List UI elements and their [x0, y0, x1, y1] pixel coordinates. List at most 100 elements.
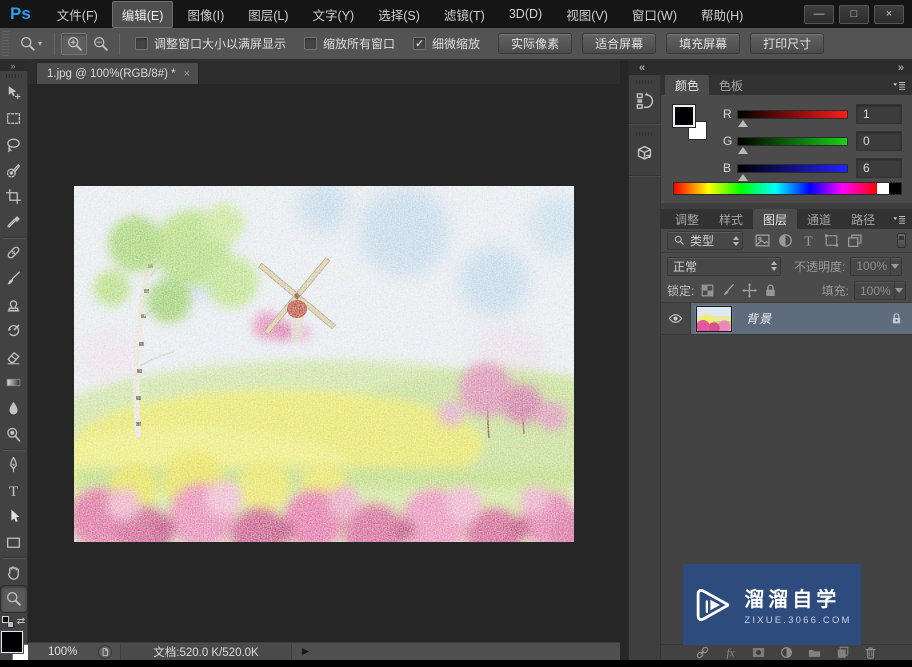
- minimize-button[interactable]: —: [804, 5, 834, 24]
- option-button-填充屏幕[interactable]: 填充屏幕: [666, 33, 740, 54]
- document-size-info[interactable]: 文档:520.0 K/520.0K: [120, 644, 292, 660]
- brush-tool[interactable]: [1, 266, 27, 292]
- rectangular-marquee-tool[interactable]: [1, 106, 27, 132]
- maximize-button[interactable]: □: [839, 5, 869, 24]
- menu-文件[interactable]: 文件(F): [47, 1, 108, 28]
- delete-layer-button[interactable]: [863, 645, 878, 660]
- status-options-arrow-icon[interactable]: ▶: [302, 646, 309, 657]
- slider-thumb-G[interactable]: [738, 147, 748, 154]
- default-colors-icon[interactable]: [2, 616, 14, 628]
- menu-视图[interactable]: 视图(V): [556, 1, 618, 28]
- white-swatch[interactable]: [877, 183, 889, 194]
- lock-transparency-button[interactable]: [699, 282, 716, 299]
- options-grip[interactable]: [2, 31, 9, 57]
- layer-filter-type-select[interactable]: 类型: [667, 231, 743, 250]
- tab-颜色[interactable]: 颜色: [665, 75, 709, 95]
- 调整窗口大小以满屏显示-checkbox[interactable]: [135, 37, 148, 50]
- tab-通道[interactable]: 通道: [797, 209, 841, 229]
- menu-3D[interactable]: 3D(D): [499, 3, 552, 25]
- tab-图层[interactable]: 图层: [753, 209, 797, 229]
- menu-滤镜[interactable]: 滤镜(T): [434, 1, 495, 28]
- layer-row-background[interactable]: 背景: [661, 303, 912, 335]
- menu-图像[interactable]: 图像(I): [177, 1, 234, 28]
- clone-stamp-tool[interactable]: [1, 292, 27, 318]
- value-field-G[interactable]: 0: [856, 131, 902, 151]
- layer-mask-button[interactable]: [751, 645, 766, 660]
- new-layer-button[interactable]: [835, 645, 850, 660]
- history-panel-button[interactable]: [632, 87, 658, 113]
- menu-窗口[interactable]: 窗口(W): [622, 1, 687, 28]
- slider-G[interactable]: [737, 137, 848, 146]
- blur-tool[interactable]: [1, 396, 27, 422]
- current-tool-button[interactable]: ▾: [13, 35, 48, 52]
- option-button-适合屏幕[interactable]: 适合屏幕: [582, 33, 656, 54]
- layer-visibility-toggle[interactable]: [661, 303, 691, 334]
- slider-track-B[interactable]: [737, 164, 848, 173]
- panel-grip[interactable]: [636, 132, 654, 136]
- slider-track-R[interactable]: [737, 110, 848, 119]
- collapse-dock-icon[interactable]: »: [898, 62, 904, 74]
- canvas-area[interactable]: [28, 84, 620, 642]
- zoom-in-button[interactable]: [61, 33, 87, 55]
- eraser-tool[interactable]: [1, 344, 27, 370]
- canvas-image[interactable]: [74, 186, 574, 542]
- checkbox-细微缩放[interactable]: ✓细微缩放: [413, 35, 480, 52]
- zoom-level-field[interactable]: 100%: [48, 646, 88, 658]
- slider-thumb-B[interactable]: [738, 174, 748, 181]
- value-field-B[interactable]: 6: [856, 158, 902, 178]
- path-selection-tool[interactable]: [1, 504, 27, 530]
- opacity-select[interactable]: 100%: [850, 257, 902, 276]
- crop-tool[interactable]: [1, 184, 27, 210]
- color-spectrum-ramp[interactable]: [673, 182, 902, 195]
- toolbox-collapse-button[interactable]: »: [0, 60, 28, 71]
- pixel-layer-filter-button[interactable]: [753, 232, 772, 250]
- panel-menu-icon[interactable]: [892, 79, 906, 93]
- quick-selection-tool[interactable]: [1, 158, 27, 184]
- panel-menu-icon[interactable]: [892, 213, 906, 227]
- lock-position-button[interactable]: [741, 282, 758, 299]
- pen-tool[interactable]: [1, 452, 27, 478]
- type-tool[interactable]: T: [1, 478, 27, 504]
- new-group-button[interactable]: [807, 645, 822, 660]
- lock-all-button[interactable]: [762, 282, 779, 299]
- toolbox-grip[interactable]: [6, 74, 22, 78]
- slider-track-G[interactable]: [737, 137, 848, 146]
- gradient-tool[interactable]: [1, 370, 27, 396]
- hand-tool[interactable]: [1, 560, 27, 586]
- spectrum-gradient[interactable]: [674, 183, 877, 194]
- rectangle-shape-tool[interactable]: [1, 530, 27, 556]
- black-swatch[interactable]: [889, 183, 901, 194]
- close-icon[interactable]: ×: [184, 68, 190, 80]
- type-layer-filter-button[interactable]: T: [799, 232, 818, 250]
- zoom-tool[interactable]: [1, 586, 27, 612]
- foreground-color-swatch[interactable]: [1, 631, 23, 653]
- slider-B[interactable]: [737, 164, 848, 173]
- 细微缩放-checkbox[interactable]: ✓: [413, 37, 426, 50]
- checkbox-缩放所有窗口[interactable]: 缩放所有窗口: [304, 35, 395, 52]
- menu-编辑[interactable]: 编辑(E): [112, 1, 174, 28]
- menu-图层[interactable]: 图层(L): [238, 1, 298, 28]
- history-brush-tool[interactable]: [1, 318, 27, 344]
- close-button[interactable]: ×: [874, 5, 904, 24]
- adjustment-layer-filter-button[interactable]: [776, 232, 795, 250]
- document-status-icon[interactable]: [98, 645, 112, 659]
- eyedropper-tool[interactable]: [1, 210, 27, 236]
- slider-thumb-R[interactable]: [738, 120, 748, 127]
- menu-帮助[interactable]: 帮助(H): [691, 1, 753, 28]
- lasso-tool[interactable]: [1, 132, 27, 158]
- new-adjustment-layer-button[interactable]: [779, 645, 794, 660]
- smart-object-filter-button[interactable]: [845, 232, 864, 250]
- layer-thumbnail[interactable]: [696, 306, 732, 332]
- tab-样式[interactable]: 样式: [709, 209, 753, 229]
- menu-文字[interactable]: 文字(Y): [303, 1, 365, 28]
- swap-colors-icon[interactable]: ⇄: [17, 616, 25, 627]
- tab-调整[interactable]: 调整: [665, 209, 709, 229]
- tab-色板[interactable]: 色板: [709, 75, 753, 95]
- option-button-实际像素[interactable]: 实际像素: [498, 33, 572, 54]
- expand-panels-icon[interactable]: «: [639, 62, 645, 74]
- lock-pixels-button[interactable]: [720, 282, 737, 299]
- value-field-R[interactable]: 1: [856, 104, 902, 124]
- checkbox-调整窗口大小以满屏显示[interactable]: 调整窗口大小以满屏显示: [135, 35, 286, 52]
- layer-style-button[interactable]: fx: [723, 645, 738, 660]
- menu-选择[interactable]: 选择(S): [368, 1, 430, 28]
